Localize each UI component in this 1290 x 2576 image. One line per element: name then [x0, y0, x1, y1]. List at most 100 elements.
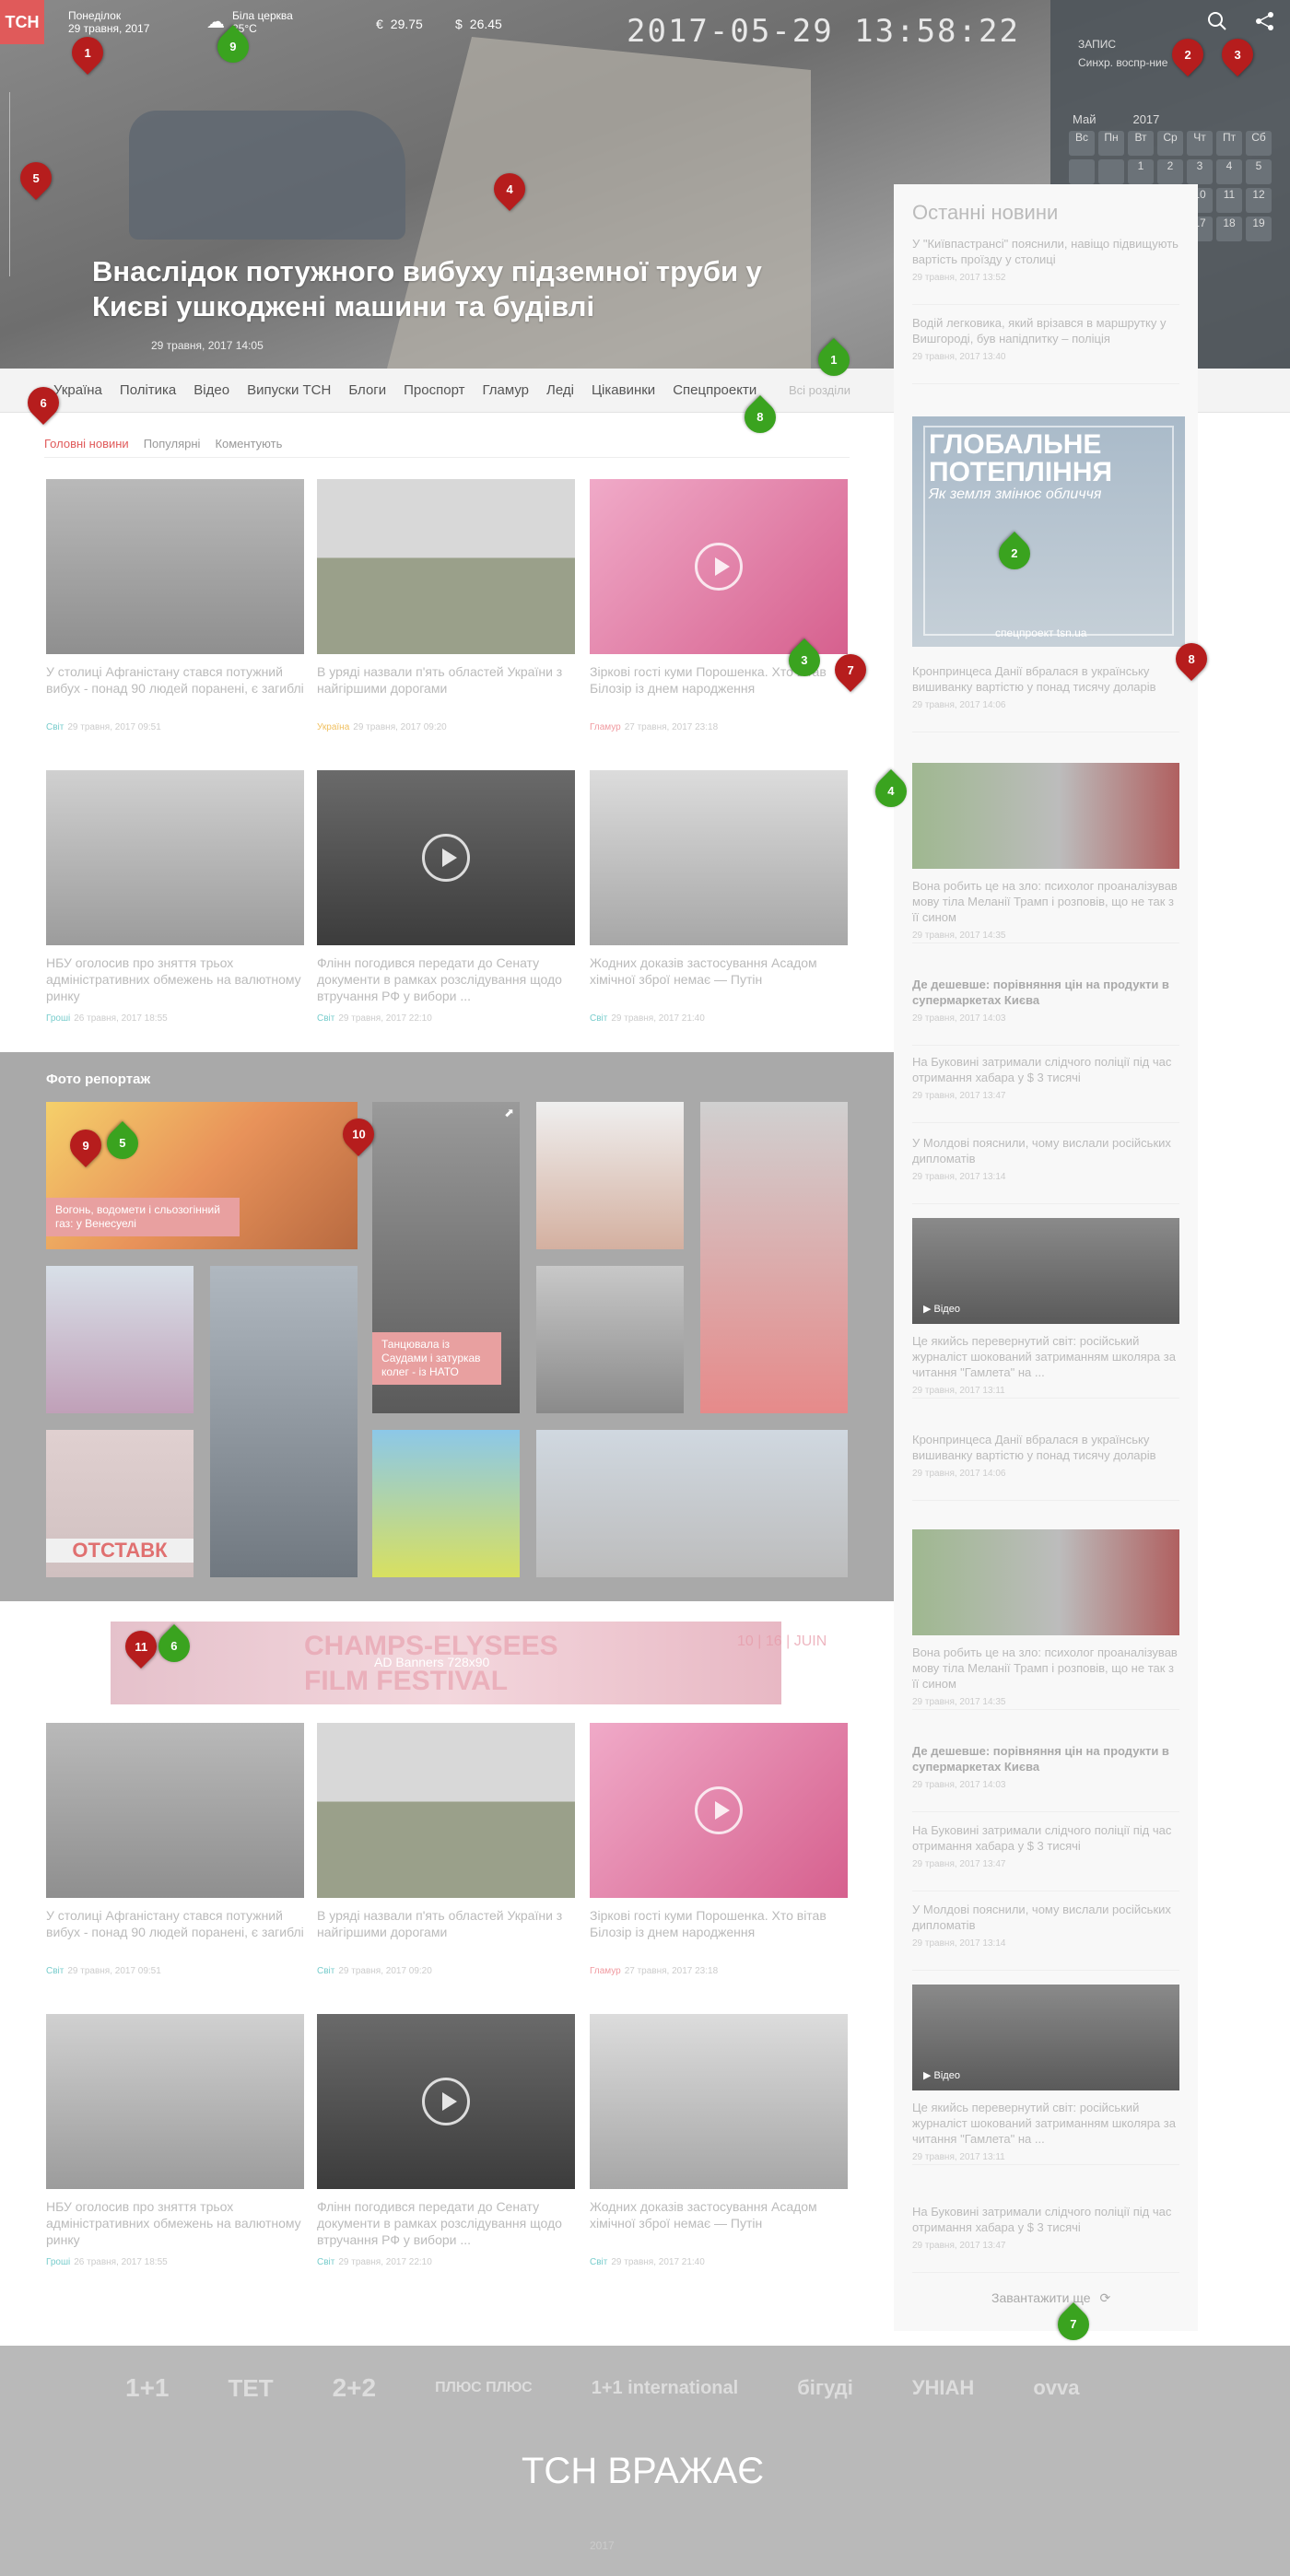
share-icon[interactable] [1255, 11, 1275, 37]
nav-item[interactable]: Гламур [482, 382, 529, 398]
load-more-button[interactable]: Завантажити ще ⟳ [991, 2290, 1110, 2306]
photo-crowd[interactable] [372, 1430, 520, 1577]
sidebar-news-item[interactable]: На Буковині затримали слідчого поліції п… [912, 1054, 1179, 1101]
article-card[interactable]: Жодних доказів застосування Асадом хіміч… [590, 770, 848, 1024]
article-title[interactable]: Жодних доказів застосування Асадом хіміч… [590, 2198, 848, 2248]
nav-item[interactable]: Проспорт [404, 382, 464, 398]
article-thumbnail[interactable] [46, 479, 304, 654]
nav-all-sections[interactable]: Всі розділи [789, 383, 850, 397]
sidebar-item-image[interactable]: ▶ Відео [912, 1218, 1179, 1324]
sidebar-news-item[interactable]: На Буковині затримали слідчого поліції п… [912, 1822, 1179, 1869]
article-thumbnail[interactable] [317, 1723, 575, 1898]
play-icon[interactable] [695, 543, 743, 591]
sidebar-news-title[interactable]: Це якийсь перевернутий світ: російський … [912, 1333, 1179, 1380]
article-category[interactable]: Світ [317, 1013, 334, 1024]
sidebar-item-image[interactable] [912, 763, 1179, 869]
sidebar-news-title[interactable]: У "Київпастрансі" пояснили, навіщо підви… [912, 236, 1179, 267]
play-icon[interactable] [422, 834, 470, 882]
sidebar-news-item[interactable]: Де дешевше: порівняння цін на продукти в… [912, 977, 1179, 1024]
footer-logo[interactable]: ovva [1033, 2376, 1079, 2400]
article-card[interactable]: Жодних доказів застосування Асадом хіміч… [590, 2014, 848, 2267]
play-icon[interactable] [422, 2078, 470, 2125]
article-thumbnail[interactable] [46, 770, 304, 945]
sidebar-news-item[interactable]: Це якийсь перевернутий світ: російський … [912, 2100, 1179, 2162]
sidebar-news-title[interactable]: Кронпринцеса Данії вбралася в українську… [912, 663, 1179, 695]
photo-parade[interactable] [536, 1430, 848, 1577]
footer-logo[interactable]: 1+1 international [592, 2378, 739, 2399]
article-card[interactable]: В уряді назвали п'ять областей України з… [317, 479, 575, 732]
sidebar-news-title[interactable]: У Молдові пояснили, чому вислали російсь… [912, 1902, 1179, 1933]
article-thumbnail[interactable] [590, 1723, 848, 1898]
photo-pageant[interactable] [46, 1266, 194, 1413]
article-title[interactable]: Флінн погодився передати до Сенату докум… [317, 2198, 575, 2248]
article-category[interactable]: Гроші [46, 1013, 70, 1024]
tab-main-news[interactable]: Головні новини [44, 437, 129, 451]
footer-logo[interactable]: 2+2 [333, 2373, 377, 2403]
sidebar-item-image[interactable]: ▶ Відео [912, 1985, 1179, 2090]
article-category[interactable]: Україна [317, 722, 349, 732]
article-category[interactable]: Світ [317, 2257, 334, 2267]
sidebar-news-title[interactable]: Це якийсь перевернутий світ: російський … [912, 2100, 1179, 2147]
sidebar-news-item[interactable]: У Молдові пояснили, чому вислали російсь… [912, 1902, 1179, 1949]
article-title[interactable]: У столиці Афганістану стався потужний ви… [46, 663, 304, 713]
photo-football[interactable] [700, 1102, 848, 1413]
sidebar-news-item[interactable]: На Буковині затримали слідчого поліції п… [912, 2204, 1179, 2251]
article-card[interactable]: Флінн погодився передати до Сенату докум… [317, 2014, 575, 2267]
sidebar-news-title[interactable]: Вона робить це на зло: психолог проаналі… [912, 878, 1179, 925]
article-thumbnail[interactable] [590, 479, 848, 654]
photo-statue[interactable] [536, 1102, 684, 1249]
article-thumbnail[interactable] [590, 770, 848, 945]
play-icon[interactable] [695, 1786, 743, 1834]
article-thumbnail[interactable] [317, 770, 575, 945]
sidebar-news-title[interactable]: У Молдові пояснили, чому вислали російсь… [912, 1135, 1179, 1166]
search-icon[interactable] [1207, 11, 1227, 37]
sidebar-news-title[interactable]: На Буковині затримали слідчого поліції п… [912, 2204, 1179, 2235]
footer-logo[interactable]: ТЕТ [229, 2374, 274, 2403]
sidebar-news-title[interactable]: На Буковині затримали слідчого поліції п… [912, 1822, 1179, 1854]
nav-item[interactable]: Відео [194, 382, 229, 398]
article-category[interactable]: Гроші [46, 2257, 70, 2267]
photo-nato[interactable]: ⬈ Танцювала із Саудами і затуркав колег … [372, 1102, 520, 1413]
article-thumbnail[interactable] [46, 1723, 304, 1898]
article-thumbnail[interactable] [46, 2014, 304, 2189]
article-card[interactable]: Зіркові гості куми Порошенка. Хто вітав … [590, 479, 848, 732]
article-category[interactable]: Світ [46, 722, 64, 732]
sidebar-news-item[interactable]: Водій легковика, який врізався в маршрут… [912, 315, 1179, 362]
sidebar-news-item[interactable]: Де дешевше: порівняння цін на продукти в… [912, 1743, 1179, 1790]
article-title[interactable]: Флінн погодився передати до Сенату докум… [317, 954, 575, 1004]
article-card[interactable]: У столиці Афганістану стався потужний ви… [46, 479, 304, 732]
article-title[interactable]: НБУ оголосив про зняття трьох адміністра… [46, 2198, 304, 2248]
sidebar-news-title[interactable]: Де дешевше: порівняння цін на продукти в… [912, 1743, 1179, 1774]
article-card[interactable]: В уряді назвали п'ять областей України з… [317, 1723, 575, 1976]
nav-item[interactable]: Леді [546, 382, 574, 398]
nav-item[interactable]: Політика [120, 382, 176, 398]
photo-venezuela[interactable]: Вогонь, водомети і сльозогінний газ: у В… [46, 1102, 358, 1249]
article-category[interactable]: Гламур [590, 722, 621, 732]
article-title[interactable]: Жодних доказів застосування Асадом хіміч… [590, 954, 848, 1004]
sidebar-news-title[interactable]: Вона робить це на зло: психолог проаналі… [912, 1645, 1179, 1692]
sidebar-news-title[interactable]: Водій легковика, який врізався в маршрут… [912, 315, 1179, 346]
article-title[interactable]: НБУ оголосив про зняття трьох адміністра… [46, 954, 304, 1004]
sidebar-news-item[interactable]: Це якийсь перевернутий світ: російський … [912, 1333, 1179, 1396]
article-thumbnail[interactable] [590, 2014, 848, 2189]
article-category[interactable]: Гламур [590, 1966, 621, 1976]
article-card[interactable]: Флінн погодився передати до Сенату докум… [317, 770, 575, 1024]
article-title[interactable]: У столиці Афганістану стався потужний ви… [46, 1907, 304, 1957]
tab-commented[interactable]: Коментують [215, 437, 282, 451]
photo-singer[interactable] [210, 1266, 358, 1577]
nav-item[interactable]: Спецпроекти [673, 382, 756, 398]
article-title[interactable]: В уряді назвали п'ять областей України з… [317, 1907, 575, 1957]
nav-item[interactable]: Блоги [348, 382, 386, 398]
article-card[interactable]: У столиці Афганістану стався потужний ви… [46, 1723, 304, 1976]
article-card[interactable]: НБУ оголосив про зняття трьох адміністра… [46, 770, 304, 1024]
hero-title[interactable]: Внаслідок потужного вибуху підземної тру… [92, 254, 792, 324]
site-logo[interactable]: ТСН [0, 0, 44, 44]
article-title[interactable]: В уряді назвали п'ять областей України з… [317, 663, 575, 713]
article-category[interactable]: Світ [590, 1013, 607, 1024]
nav-item[interactable]: Випуски ТСН [247, 382, 331, 398]
sidebar-news-title[interactable]: На Буковині затримали слідчого поліції п… [912, 1054, 1179, 1085]
nav-item[interactable]: Цікавинки [592, 382, 655, 398]
sidebar-news-item[interactable]: У "Київпастрансі" пояснили, навіщо підви… [912, 236, 1179, 283]
sidebar-news-item[interactable]: Вона робить це на зло: психолог проаналі… [912, 878, 1179, 941]
article-category[interactable]: Світ [46, 1966, 64, 1976]
